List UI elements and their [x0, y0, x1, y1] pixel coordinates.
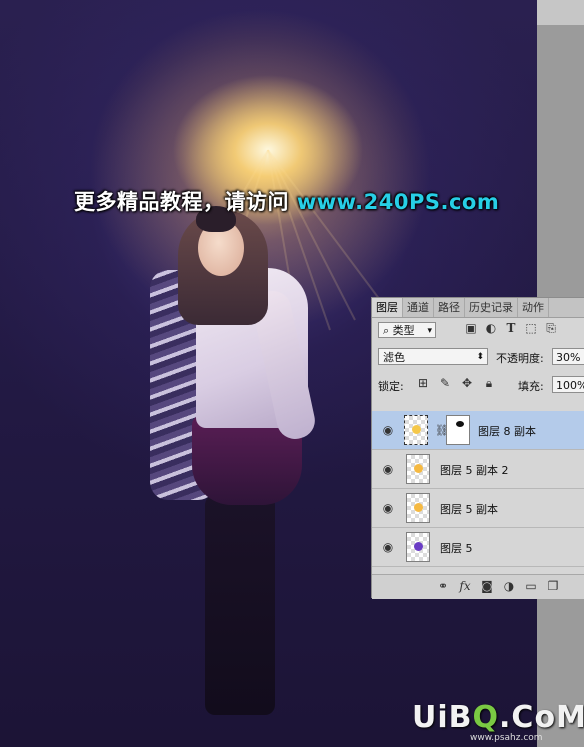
- logo-part-accent: Q: [472, 700, 500, 735]
- filter-kind-select[interactable]: ⌕ 类型 ▾: [378, 322, 436, 338]
- layer-name[interactable]: 图层 5: [440, 540, 473, 556]
- link-icon[interactable]: ⚭: [436, 579, 450, 593]
- layer-row-5-copy-2[interactable]: ◉ 图层 5 副本 2: [372, 450, 584, 489]
- layer-mask-thumbnail[interactable]: [446, 415, 470, 445]
- eye-icon[interactable]: ◉: [381, 462, 395, 476]
- filter-row: ⌕ 类型 ▾ ▣ ◐ T ⬚ ⎘: [372, 318, 584, 342]
- fill-label: 填充:: [518, 380, 544, 393]
- lock-row: 锁定: ⊞ ✎ ✥ 🔒︎ 填充: 100%: [372, 372, 584, 396]
- filter-icons: ▣ ◐ T ⬚ ⎘: [464, 321, 558, 335]
- layer-row-8-copy[interactable]: ◉ ⛓ 图层 8 副本: [372, 411, 584, 450]
- panel-tabs: 图层 通道 路径 历史记录 动作: [372, 298, 584, 318]
- eye-icon[interactable]: ◉: [381, 423, 395, 437]
- workspace-gutter-top: [537, 0, 584, 25]
- tab-layers[interactable]: 图层: [372, 298, 403, 317]
- logo-subtext: www.psahz.com: [470, 733, 543, 743]
- mask-icon[interactable]: ◙: [480, 579, 494, 593]
- opacity-label: 不透明度:: [496, 352, 544, 365]
- layer-thumbnail: [404, 415, 428, 445]
- eye-icon[interactable]: ◉: [381, 501, 395, 515]
- legs: [205, 495, 275, 715]
- logo-part: UiB: [412, 700, 473, 735]
- filter-kind-label: 类型: [392, 324, 415, 337]
- pixel-filter-icon[interactable]: ▣: [464, 321, 478, 335]
- layers-panel: 图层 通道 路径 历史记录 动作 ⌕ 类型 ▾ ▣ ◐ T ⬚ ⎘ 滤色 ⬍ 不…: [371, 297, 584, 599]
- layer-name[interactable]: 图层 5 副本: [440, 501, 498, 517]
- layer-row-5-copy[interactable]: ◉ 图层 5 副本: [372, 489, 584, 528]
- watermark-url: www.240PS.com: [296, 190, 500, 214]
- lock-icons: ⊞ ✎ ✥ 🔒︎: [416, 376, 496, 390]
- adjustment-icon[interactable]: ◑: [502, 579, 516, 593]
- panel-bottom-bar: ⚭ fx ◙ ◑ ▭ ❐: [372, 574, 584, 599]
- folder-icon[interactable]: ▭: [524, 579, 538, 593]
- blend-row: 滤色 ⬍ 不透明度: 30%: [372, 344, 584, 368]
- panel-actions: ⚭ fx ◙ ◑ ▭ ❐: [436, 579, 560, 593]
- tab-paths[interactable]: 路径: [434, 298, 465, 317]
- new-layer-icon[interactable]: ❐: [546, 579, 560, 593]
- layer-thumbnail: [406, 454, 430, 484]
- search-icon: ⌕: [383, 324, 390, 337]
- thumb-dot: [412, 425, 421, 434]
- opacity-input[interactable]: 30%: [552, 348, 584, 365]
- lock-all-icon[interactable]: 🔒︎: [482, 376, 496, 390]
- layer-name[interactable]: 图层 8 副本: [478, 423, 536, 439]
- smart-object-filter-icon[interactable]: ⎘: [544, 321, 558, 335]
- chevron-down-icon: ▾: [427, 326, 432, 336]
- type-filter-icon[interactable]: T: [504, 321, 518, 335]
- thumb-dot: [414, 542, 423, 551]
- adjustment-filter-icon[interactable]: ◐: [484, 321, 498, 335]
- fx-icon[interactable]: fx: [458, 579, 472, 593]
- blend-mode-value: 滤色: [383, 351, 405, 364]
- tutorial-watermark: 更多精品教程，请访问 www.240PS.com: [74, 186, 499, 216]
- watermark-text: 更多精品教程，请访问: [74, 190, 297, 214]
- layer-list: ◉ ⛓ 图层 8 副本 ◉ 图层 5 副本 2 ◉ 图层 5 副本 ◉ 图层 5: [372, 399, 584, 571]
- lock-paint-icon[interactable]: ✎: [438, 376, 452, 390]
- lock-position-icon[interactable]: ✥: [460, 376, 474, 390]
- thumb-dot: [414, 503, 423, 512]
- logo-part: .CoM: [499, 700, 584, 735]
- lock-label: 锁定:: [378, 380, 404, 393]
- thumb-dot: [414, 464, 423, 473]
- blend-mode-select[interactable]: 滤色 ⬍: [378, 348, 488, 365]
- lock-transparent-icon[interactable]: ⊞: [416, 376, 430, 390]
- mask-shape: [456, 421, 464, 427]
- site-logo-watermark: UiBQ.CoM: [412, 700, 584, 735]
- fill-input[interactable]: 100%: [552, 376, 584, 393]
- tab-channels[interactable]: 通道: [403, 298, 434, 317]
- shape-filter-icon[interactable]: ⬚: [524, 321, 538, 335]
- layer-name[interactable]: 图层 5 副本 2: [440, 462, 509, 478]
- tab-actions[interactable]: 动作: [518, 298, 549, 317]
- layer-row-5[interactable]: ◉ 图层 5: [372, 528, 584, 567]
- chevron-updown-icon: ⬍: [476, 352, 484, 362]
- layer-thumbnail: [406, 532, 430, 562]
- eye-icon[interactable]: ◉: [381, 540, 395, 554]
- tab-history[interactable]: 历史记录: [465, 298, 518, 317]
- layer-thumbnail: [406, 493, 430, 523]
